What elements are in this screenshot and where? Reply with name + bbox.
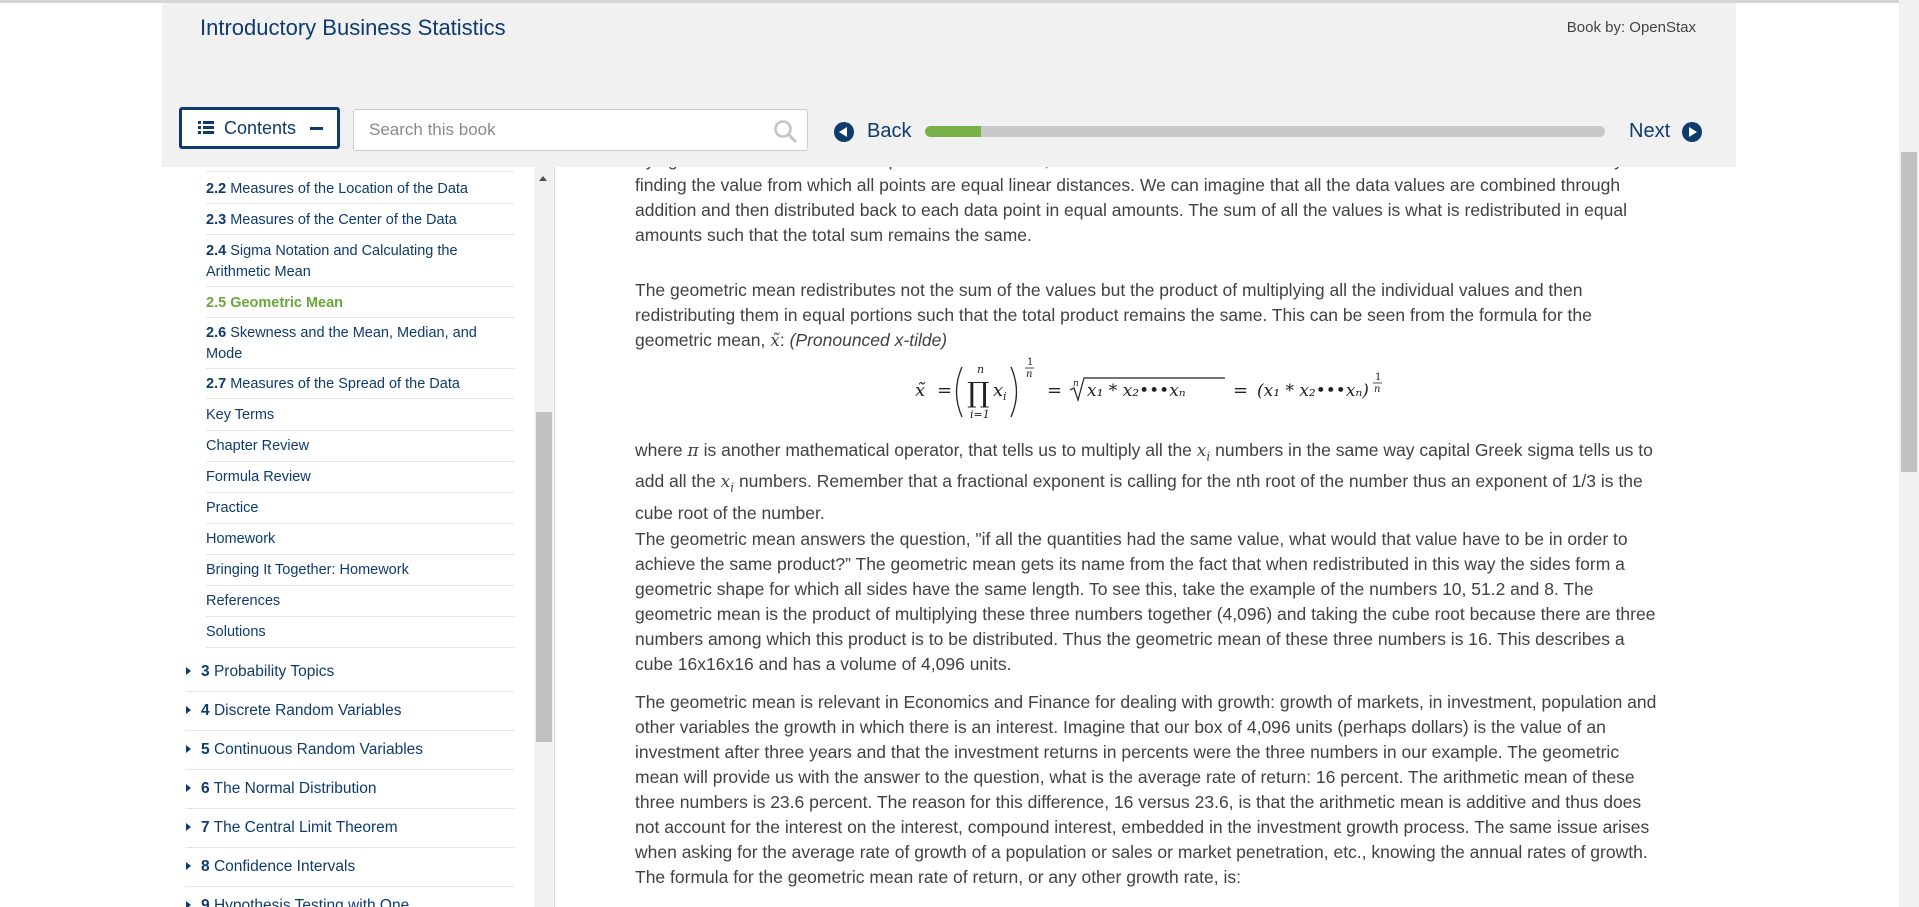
svg-text:1: 1 [1375,372,1381,383]
x-tilde-symbol: x̃ [770,331,780,351]
book-header: Introductory Business Statistics Book by… [162,3,1736,167]
book-by-label: Book by: OpenStax [1566,19,1696,36]
expand-caret-icon [186,823,191,831]
toc-references[interactable]: References [206,591,514,617]
expand-caret-icon [186,862,191,870]
expand-caret-icon [186,901,191,907]
formula-lhs: x̃ [915,380,926,401]
open-paren [955,366,963,418]
toc-section-2-2[interactable]: 2.2 Measures of the Location of the Data [206,179,514,204]
toc-bringing-it-together[interactable]: Bringing It Together: Homework [206,560,514,586]
toc-solutions[interactable]: Solutions [206,622,514,648]
toc-key-terms[interactable]: Key Terms [206,405,514,431]
prod-symbol: ∏ [967,376,989,409]
svg-text:=: = [1047,380,1062,401]
sidebar-scrollbar-thumb[interactable] [536,412,552,742]
contents-label: Contents [224,117,297,138]
toc-section-2-3[interactable]: 2.3 Measures of the Center of the Data [206,210,514,235]
search-box[interactable] [353,109,808,151]
reading-progress-fill [925,126,981,137]
formula-equals: = [937,380,952,401]
next-arrow-icon [1682,121,1703,142]
paragraph-pi-operator: where π is another mathematical operator… [635,440,1653,523]
toc-chapter-6[interactable]: 6 The Normal Distribution [186,770,514,809]
reading-progress-bar [925,126,1605,137]
formula-rhs: (x₁ * x₂•••xₙ) [1257,381,1369,401]
search-input[interactable] [354,110,769,150]
toc-chapter-5[interactable]: 5 Continuous Random Variables [186,731,514,770]
scroll-up-arrow-icon[interactable] [539,176,547,181]
toc-chapter-9[interactable]: 9 Hypothesis Testing with One [186,887,514,907]
pi-symbol: π [687,441,699,461]
close-paren [1010,366,1018,418]
back-button[interactable]: Back [834,120,911,143]
toc-chapter-review[interactable]: Chapter Review [206,436,514,462]
toc-chapter-7[interactable]: 7 The Central Limit Theorem [186,809,514,848]
prod-lower: i=1 [970,408,990,421]
back-arrow-icon [834,121,854,142]
expand-caret-icon [186,745,191,753]
toc-chapter-4[interactable]: 4 Discrete Random Variables [186,692,514,731]
xi-symbol: xi [720,472,735,495]
prod-var: x [993,380,1003,401]
back-label: Back [867,120,912,142]
xi-symbol: xi [1196,441,1211,464]
toc-practice[interactable]: Practice [206,498,514,524]
page-scrollbar-thumb[interactable] [1901,152,1917,472]
toc-section-2-4[interactable]: 2.4 Sigma Notation and Calculating the A… [206,241,514,287]
paragraph-arithmetic-mean: trying to measure the "common" point wit… [635,167,1627,245]
collapse-minus-icon [310,126,324,130]
prod-sub: i [1003,390,1007,403]
radicand: x₁ * x₂•••xₙ [1087,381,1186,401]
toc-chapter-8[interactable]: 8 Confidence Intervals [186,848,514,887]
paragraph-geometric-intro: The geometric mean redistributes not the… [635,280,1592,351]
next-label: Next [1629,120,1671,142]
contents-toggle-button[interactable]: Contents [179,107,340,149]
svg-text:n: n [1374,384,1380,395]
toc-chapter-3[interactable]: 3 Probability Topics [186,653,514,692]
svg-text:=: = [1233,380,1248,401]
toc-section-2-5[interactable]: 2.5 Geometric Mean [206,293,514,318]
next-button[interactable]: Next [1629,120,1703,143]
sidebar-scrollbar[interactable] [534,167,554,907]
page-scrollbar[interactable] [1899,0,1919,907]
exp-numerator: 1 [1027,357,1033,368]
toc-item-partial[interactable] [206,167,514,172]
toc-section-2-7[interactable]: 2.7 Measures of the Spread of the Data [206,374,514,399]
toc-formula-review[interactable]: Formula Review [206,467,514,493]
prod-upper: n [977,363,984,376]
sidebar-divider [554,167,555,907]
expand-caret-icon [186,667,191,675]
exp-denominator: n [1026,369,1032,380]
book-title[interactable]: Introductory Business Statistics [200,15,506,41]
list-icon [198,121,214,135]
toc-homework[interactable]: Homework [206,529,514,555]
expand-caret-icon [186,706,191,714]
geometric-mean-formula: x̃ = n ∏ i=1 x i 1 n = n x₁ * x₂•••xₙ = … [635,355,1665,425]
toc-section-2-6[interactable]: 2.6 Skewness and the Mean, Median, and M… [206,323,514,369]
paragraph-geometric-question: The geometric mean answers the question,… [635,529,1656,674]
table-of-contents: 2.2 Measures of the Location of the Data… [162,167,536,907]
expand-caret-icon [186,784,191,792]
main-content: trying to measure the "common" point wit… [635,167,1665,907]
paragraph-economics-finance: The geometric mean is relevant in Econom… [635,692,1657,887]
search-icon[interactable] [773,119,797,143]
